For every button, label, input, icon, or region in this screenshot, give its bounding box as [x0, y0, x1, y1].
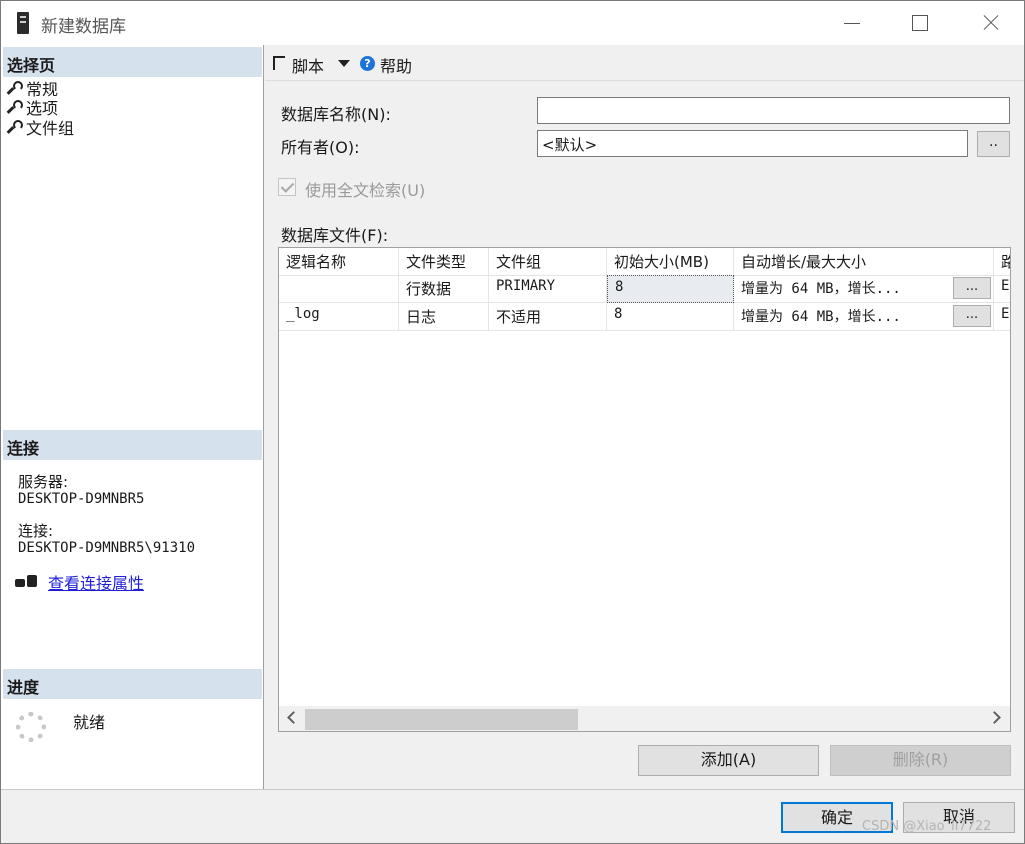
server-value: DESKTOP-D9MNBR5: [18, 491, 145, 507]
chevron-down-icon[interactable]: [338, 60, 350, 67]
plug-icon: [15, 573, 39, 591]
column-header-file-type[interactable]: 文件类型: [399, 248, 489, 276]
toolbar: 脚本 ? 帮助: [265, 45, 1024, 81]
help-icon[interactable]: ?: [360, 56, 375, 71]
owner-field[interactable]: <默认>: [537, 130, 968, 157]
help-button[interactable]: 帮助: [380, 53, 412, 77]
wrench-icon: [7, 120, 23, 134]
horizontal-scrollbar[interactable]: [279, 706, 1010, 731]
server-label: 服务器:: [18, 473, 69, 491]
table-row-cell-path[interactable]: E: [994, 275, 1010, 303]
new-database-dialog: 新建数据库 选择页 常规 选项 文件组 连接 服务器: DESKTOP-D9MN…: [0, 0, 1025, 844]
table-row-cell-group[interactable]: PRIMARY: [489, 275, 607, 303]
script-icon[interactable]: [273, 56, 285, 70]
column-header-logical-name[interactable]: 逻辑名称: [279, 248, 399, 276]
table-row-cell-group[interactable]: 不适用: [489, 303, 607, 331]
column-header-initial-size[interactable]: 初始大小(MB): [607, 248, 734, 276]
column-header-filegroup[interactable]: 文件组: [489, 248, 607, 276]
growth-edit-button[interactable]: ...: [953, 305, 991, 327]
dialog-footer: 确定 取消: [1, 789, 1024, 843]
progress-header: 进度: [3, 669, 262, 699]
table-row-cell-type[interactable]: 日志: [399, 303, 489, 331]
page-item-filegroups[interactable]: 文件组: [7, 117, 75, 138]
column-header-path[interactable]: 路: [994, 248, 1010, 276]
table-row-cell-path[interactable]: E: [994, 303, 1010, 331]
wrench-icon: [7, 100, 23, 114]
watermark: CSDN @Xiao_li7722: [862, 819, 992, 834]
title-bar: 新建数据库: [1, 1, 1024, 45]
owner-browse-button[interactable]: ..: [977, 131, 1010, 157]
view-connection-properties-link[interactable]: 查看连接属性: [48, 570, 144, 594]
table-row-cell-name[interactable]: [279, 275, 399, 303]
close-button[interactable]: [967, 7, 1013, 39]
column-header-autogrowth[interactable]: 自动增长/最大大小: [734, 248, 994, 276]
connection-label: 连接:: [18, 522, 54, 540]
wrench-icon: [7, 81, 23, 95]
fulltext-checkbox[interactable]: [278, 178, 296, 196]
minimize-button[interactable]: [829, 7, 875, 39]
connection-header: 连接: [3, 430, 262, 460]
left-panel: 选择页 常规 选项 文件组 连接 服务器: DESKTOP-D9MNBR5 连接…: [1, 45, 264, 789]
scroll-left-icon[interactable]: [287, 711, 300, 724]
progress-spinner-icon: [16, 712, 46, 742]
db-files-label: 数据库文件(F):: [281, 226, 389, 245]
connection-value: DESKTOP-D9MNBR5\91310: [18, 540, 196, 556]
table-row-cell-name[interactable]: _log: [279, 303, 399, 331]
scrollbar-thumb[interactable]: [305, 709, 578, 730]
remove-button[interactable]: 删除(R): [830, 745, 1011, 776]
add-button[interactable]: 添加(A): [638, 745, 819, 776]
db-name-input[interactable]: [537, 97, 1010, 124]
progress-status: 就绪: [73, 713, 106, 732]
script-button[interactable]: 脚本: [292, 53, 324, 77]
db-files-grid: 逻辑名称 文件类型 文件组 初始大小(MB) 自动增长/最大大小 路 行数据 P…: [278, 247, 1011, 732]
page-item-label: 文件组: [26, 119, 75, 138]
db-name-label: 数据库名称(N):: [281, 105, 391, 124]
select-page-header: 选择页: [3, 47, 262, 77]
right-panel: 脚本 ? 帮助 数据库名称(N): 所有者(O): <默认> .. 使用全文检索…: [265, 45, 1024, 789]
server-icon: [17, 12, 29, 34]
table-row-cell-size[interactable]: 8: [607, 275, 734, 303]
page-item-options[interactable]: 选项: [7, 97, 58, 118]
scroll-right-icon[interactable]: [988, 711, 1001, 724]
table-row-cell-size[interactable]: 8: [607, 303, 734, 331]
maximize-button[interactable]: [897, 7, 943, 39]
window-title: 新建数据库: [41, 17, 126, 37]
owner-label: 所有者(O):: [281, 138, 360, 157]
fulltext-label: 使用全文检索(U): [305, 181, 426, 200]
growth-edit-button[interactable]: ...: [953, 277, 991, 299]
table-row-cell-type[interactable]: 行数据: [399, 275, 489, 303]
